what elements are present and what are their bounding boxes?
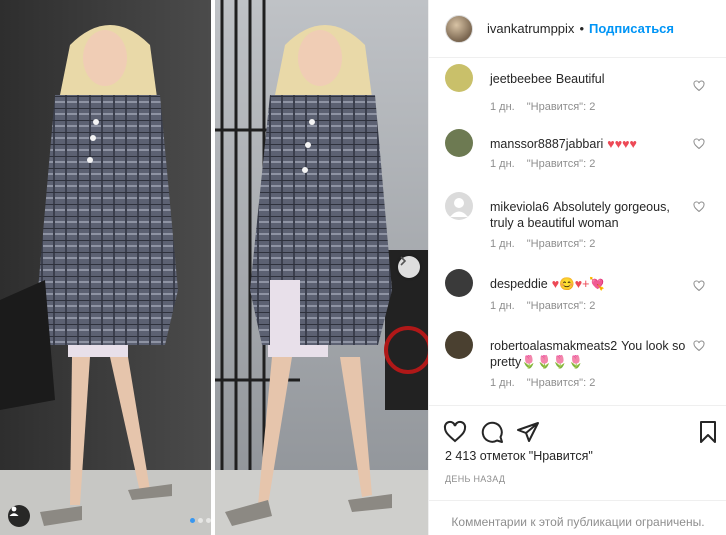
share-icon[interactable] <box>516 420 540 444</box>
comment-username[interactable]: jeetbeebee <box>490 72 552 86</box>
comment-likes-count[interactable]: "Нравится": 2 <box>527 101 596 113</box>
header-separator: • <box>579 21 584 36</box>
comment-meta: 1 дн. "Нравится": 2 <box>490 101 607 113</box>
bookmark-icon[interactable] <box>696 420 720 444</box>
heart-icon[interactable] <box>693 80 705 92</box>
comment-username[interactable]: robertoalasmakmeats2 <box>490 339 617 353</box>
comment-username[interactable]: mikeviola6 <box>490 200 549 214</box>
comments-restricted-notice: Комментарии к этой публикации ограничены… <box>429 500 726 529</box>
comment-icon[interactable] <box>480 420 504 444</box>
post-actions: 2 413 отметок "Нравится" ДЕНЬ НАЗАД Комм… <box>429 405 726 535</box>
comment-meta: 1 дн. "Нравится": 2 <box>490 238 607 250</box>
carousel-dot <box>190 518 195 523</box>
heart-icon[interactable] <box>693 340 705 352</box>
author-username[interactable]: ivankatrumppix <box>487 21 574 36</box>
comment-text: mikeviola6 Absolutely gorgeous, truly a b… <box>490 199 690 231</box>
comment-avatar[interactable] <box>445 269 473 297</box>
heart-icon[interactable] <box>693 280 705 292</box>
post-sidebar: ivankatrumppix • Подписаться jeetbeebee B… <box>428 0 726 535</box>
heart-icon[interactable] <box>693 201 705 213</box>
carousel-dot <box>198 518 203 523</box>
comment-text: jeetbeebee Beautiful <box>490 71 690 87</box>
comment-likes-count[interactable]: "Нравится": 2 <box>527 158 596 170</box>
comment-username[interactable]: despeddie <box>490 277 548 291</box>
comment-time: 1 дн. <box>490 377 515 389</box>
default-avatar-icon <box>450 198 468 217</box>
comment-meta: 1 дн. "Нравится": 2 <box>490 377 607 389</box>
comment-avatar[interactable] <box>445 64 473 92</box>
comments-list[interactable]: jeetbeebee Beautiful 1 дн. "Нравится": 2 m… <box>429 59 726 405</box>
avatar[interactable] <box>445 14 473 43</box>
carousel-dot <box>206 518 211 523</box>
comment-text: despeddie ♥😊♥+💘 <box>490 276 690 292</box>
post-photo <box>0 0 428 535</box>
comment-likes-count[interactable]: "Нравится": 2 <box>527 300 596 312</box>
post-header: ivankatrumppix • Подписаться <box>429 0 726 58</box>
comment-time: 1 дн. <box>490 158 515 170</box>
heart-icon[interactable] <box>693 138 705 150</box>
comment-text: robertoalasmakmeats2 You look so pretty🌷🌷… <box>490 338 690 370</box>
post-date[interactable]: ДЕНЬ НАЗАД <box>445 474 505 484</box>
follow-button[interactable]: Подписаться <box>589 21 674 36</box>
comment-likes-count[interactable]: "Нравится": 2 <box>527 377 596 389</box>
heart-icon[interactable] <box>443 420 467 444</box>
comment-meta: 1 дн. "Нравится": 2 <box>490 158 607 170</box>
comment-time: 1 дн. <box>490 300 515 312</box>
comment-avatar[interactable] <box>445 192 473 220</box>
comment-time: 1 дн. <box>490 238 515 250</box>
comment-likes-count[interactable]: "Нравится": 2 <box>527 238 596 250</box>
chevron-right-icon <box>400 256 407 266</box>
comment-content: ♥♥♥♥ <box>607 137 637 151</box>
likes-count[interactable]: 2 413 отметок "Нравится" <box>445 449 593 463</box>
comment-content: Beautiful <box>555 72 605 86</box>
comment-text: manssor8887jabbari ♥♥♥♥ <box>490 136 690 152</box>
post-image[interactable] <box>0 0 428 535</box>
carousel-indicator <box>190 518 211 523</box>
comment-avatar[interactable] <box>445 129 473 157</box>
tagged-users-button[interactable] <box>8 505 30 527</box>
comment-content: ♥😊♥+💘 <box>551 277 605 291</box>
next-image-button[interactable] <box>398 256 420 278</box>
comment-avatar[interactable] <box>445 331 473 359</box>
comment-meta: 1 дн. "Нравится": 2 <box>490 300 607 312</box>
comment-username[interactable]: manssor8887jabbari <box>490 137 603 151</box>
comment-time: 1 дн. <box>490 101 515 113</box>
person-icon <box>9 506 19 516</box>
